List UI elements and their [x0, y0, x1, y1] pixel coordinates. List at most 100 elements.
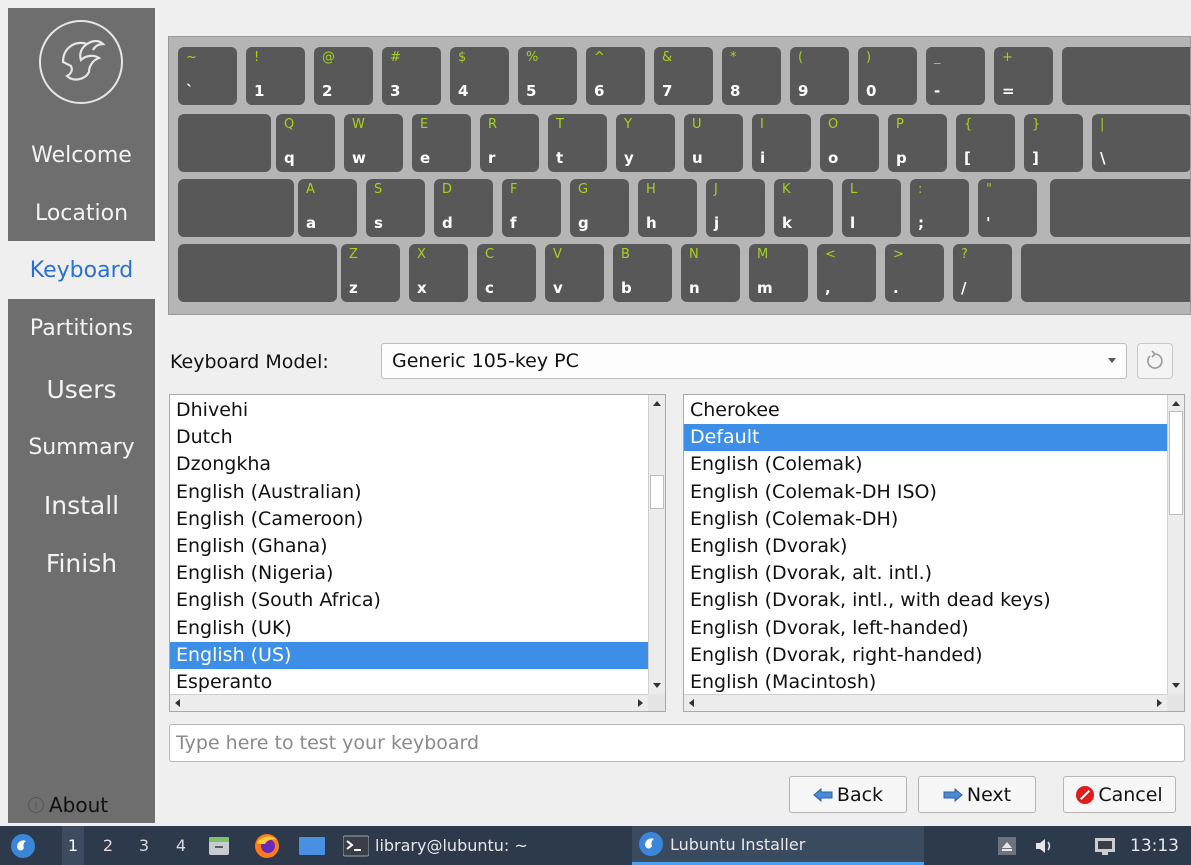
key-main-label: y — [624, 149, 634, 167]
show-desktop-button[interactable] — [998, 826, 1016, 865]
variant-list-item[interactable]: English (Colemak-DH) — [684, 506, 1167, 533]
scroll-down-icon[interactable] — [653, 683, 661, 688]
key-main-label: 5 — [526, 82, 537, 100]
keyboard-key: Ll — [842, 179, 901, 237]
key-shift-label: : — [918, 182, 923, 197]
sidebar-item-label: Finish — [45, 548, 118, 578]
workspace-3[interactable]: 3 — [133, 826, 155, 865]
next-button[interactable]: Next — [918, 776, 1036, 813]
keyboard-key: Xx — [409, 244, 468, 302]
start-menu-button[interactable] — [10, 826, 36, 865]
key-main-label: d — [442, 214, 453, 232]
layout-list-item[interactable]: English (Cameroon) — [170, 506, 648, 533]
sidebar: Welcome Location Keyboard Partitions Use… — [8, 8, 155, 823]
clock: 13:13 — [1130, 835, 1179, 856]
keyboard-key: Ss — [366, 179, 425, 237]
scroll-up-icon[interactable] — [1172, 401, 1180, 406]
back-button[interactable]: Back — [789, 776, 907, 813]
key-shift-label: L — [850, 182, 858, 197]
about-button[interactable]: i About — [28, 793, 108, 817]
variant-list[interactable]: Cherokee Default English (Colemak) English … — [683, 394, 1185, 712]
layout-list-item[interactable]: Dhivehi — [170, 397, 648, 424]
variant-list-item[interactable]: English (Dvorak) — [684, 533, 1167, 560]
layout-list-item[interactable]: Dzongkha — [170, 451, 648, 478]
keyboard-key: Bb — [613, 244, 672, 302]
cancel-button[interactable]: Cancel — [1063, 776, 1176, 813]
key-main-label: e — [420, 149, 431, 167]
arrow-left-icon — [813, 787, 833, 802]
keyboard-key — [178, 114, 271, 172]
layout-list-item[interactable]: English (Nigeria) — [170, 560, 648, 587]
file-manager-icon — [209, 836, 229, 855]
sidebar-item-summary: Summary — [8, 418, 155, 476]
workspace-1[interactable]: 1 — [62, 826, 84, 865]
keyboard-test-input[interactable] — [169, 724, 1185, 762]
key-shift-label: O — [828, 117, 839, 132]
variant-list-item[interactable]: English (Dvorak, intl., with dead keys) — [684, 587, 1167, 614]
scroll-right-icon[interactable] — [1157, 699, 1162, 707]
keyboard-key: #3 — [382, 47, 441, 105]
scroll-down-icon[interactable] — [1172, 683, 1180, 688]
layout-list-item[interactable]: English (UK) — [170, 615, 648, 642]
firefox-launcher[interactable] — [253, 826, 281, 865]
keyboard-key: Aa — [298, 179, 357, 237]
key-shift-label: F — [510, 182, 518, 197]
desktop-icon — [299, 836, 325, 855]
keyboard-key: | \ — [1092, 114, 1190, 172]
variant-list-item[interactable]: English (Colemak-DH ISO) — [684, 479, 1167, 506]
keyboard-key: Uu — [684, 114, 743, 172]
variant-list-item[interactable]: English (Dvorak, left-handed) — [684, 615, 1167, 642]
keyboard-key: Vv — [545, 244, 604, 302]
key-main-label: - — [934, 82, 941, 100]
network-button[interactable] — [1094, 826, 1116, 865]
desktop-launcher[interactable] — [299, 826, 325, 865]
key-shift-label: < — [825, 247, 836, 262]
workspace-label: 3 — [138, 836, 150, 855]
key-main-label: x — [417, 279, 427, 297]
workspace-2[interactable]: 2 — [97, 826, 119, 865]
layout-list-vscrollbar[interactable] — [648, 395, 665, 694]
variant-list-item[interactable]: English (Dvorak, right-handed) — [684, 642, 1167, 669]
workspace-label: 4 — [175, 836, 187, 855]
key-main-label: , — [825, 279, 831, 297]
keyboard-model-select[interactable]: Generic 105-key PC — [381, 343, 1127, 379]
layout-list-item[interactable]: English (Australian) — [170, 479, 648, 506]
layout-list-item[interactable]: Dutch — [170, 424, 648, 451]
file-manager-launcher[interactable] — [208, 826, 230, 865]
scroll-left-icon[interactable] — [175, 699, 180, 707]
volume-button[interactable] — [1034, 826, 1054, 865]
cancel-button-label: Cancel — [1098, 783, 1163, 806]
taskbar: 1 2 3 4 library@lubuntu: ~ Lubuntu Insta… — [0, 826, 1191, 865]
layout-list-hscrollbar[interactable] — [170, 694, 648, 711]
variant-list-vscrollbar[interactable] — [1167, 395, 1184, 694]
task-terminal[interactable]: library@lubuntu: ~ — [343, 826, 623, 865]
firefox-icon — [255, 833, 279, 858]
variant-list-scroll-thumb[interactable] — [1169, 411, 1183, 515]
variant-list-item[interactable]: Cherokee — [684, 397, 1167, 424]
layout-list-item[interactable]: English (US) — [170, 641, 648, 669]
key-shift-label: Y — [624, 117, 632, 132]
keyboard-preview: ~ `! 1 @2 #3 $4% 5 ^ 6 & 7 * 8(9) 0 _ - + = Qq Ww Ee Rr Tt Yy Uu… — [168, 36, 1191, 315]
scroll-up-icon[interactable] — [653, 401, 661, 406]
key-shift-label: { — [964, 117, 973, 132]
layout-list-item[interactable]: English (South Africa) — [170, 587, 648, 614]
variant-list-item[interactable]: English (Dvorak, alt. intl.) — [684, 560, 1167, 587]
keyboard-key: {[ — [956, 114, 1015, 172]
keyboard-key: * 8 — [722, 47, 781, 105]
variant-list-item[interactable]: English (Colemak) — [684, 451, 1167, 478]
workspace-4[interactable]: 4 — [170, 826, 192, 865]
key-main-label: 6 — [594, 82, 605, 100]
reset-model-button[interactable] — [1137, 343, 1173, 379]
scroll-left-icon[interactable] — [689, 699, 694, 707]
variant-list-item[interactable]: Default — [684, 424, 1167, 452]
key-shift-label: * — [730, 50, 737, 65]
variant-list-hscrollbar[interactable] — [684, 694, 1167, 711]
layout-list-item[interactable]: Esperanto — [170, 669, 648, 696]
variant-list-item[interactable]: English (Macintosh) — [684, 669, 1167, 696]
scroll-right-icon[interactable] — [638, 699, 643, 707]
layout-list-scroll-thumb[interactable] — [650, 475, 664, 509]
task-installer[interactable]: Lubuntu Installer — [632, 826, 924, 865]
lubuntu-logo-icon — [39, 20, 123, 104]
layout-list[interactable]: Dhivehi Dutch Dzongkha English (Australian)… — [169, 394, 666, 712]
layout-list-item[interactable]: English (Ghana) — [170, 533, 648, 560]
